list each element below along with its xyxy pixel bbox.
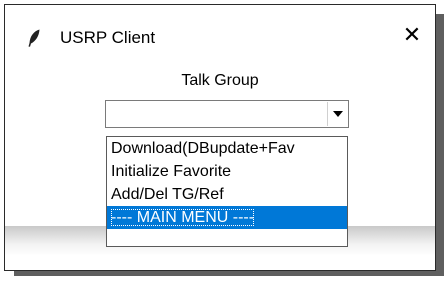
client-area: Talk Group Download(DBupdate+Fav Initial… — [5, 63, 435, 270]
window-title: USRP Client — [60, 28, 156, 47]
talk-group-input[interactable] — [107, 102, 325, 126]
title-bar[interactable]: USRP Client ✕ — [5, 5, 435, 63]
dropdown-option-main-menu[interactable]: ---- MAIN MENU ---- — [107, 206, 347, 229]
dropdown-button[interactable] — [327, 102, 347, 126]
close-icon[interactable]: ✕ — [401, 25, 423, 47]
talk-group-combobox[interactable] — [105, 100, 349, 128]
talk-group-label: Talk Group — [181, 72, 259, 89]
chevron-down-icon — [332, 111, 343, 117]
dropdown-option-initialize-favorite[interactable]: Initialize Favorite — [107, 160, 347, 183]
talk-group-dropdown-list[interactable]: Download(DBupdate+Fav Initialize Favorit… — [106, 136, 348, 247]
dropdown-option-download[interactable]: Download(DBupdate+Fav — [107, 137, 347, 160]
feather-icon — [28, 29, 40, 47]
usrp-client-window: USRP Client ✕ Talk Group Download(DBupda… — [4, 4, 436, 271]
dropdown-option-add-del-tg-ref[interactable]: Add/Del TG/Ref — [107, 183, 347, 206]
